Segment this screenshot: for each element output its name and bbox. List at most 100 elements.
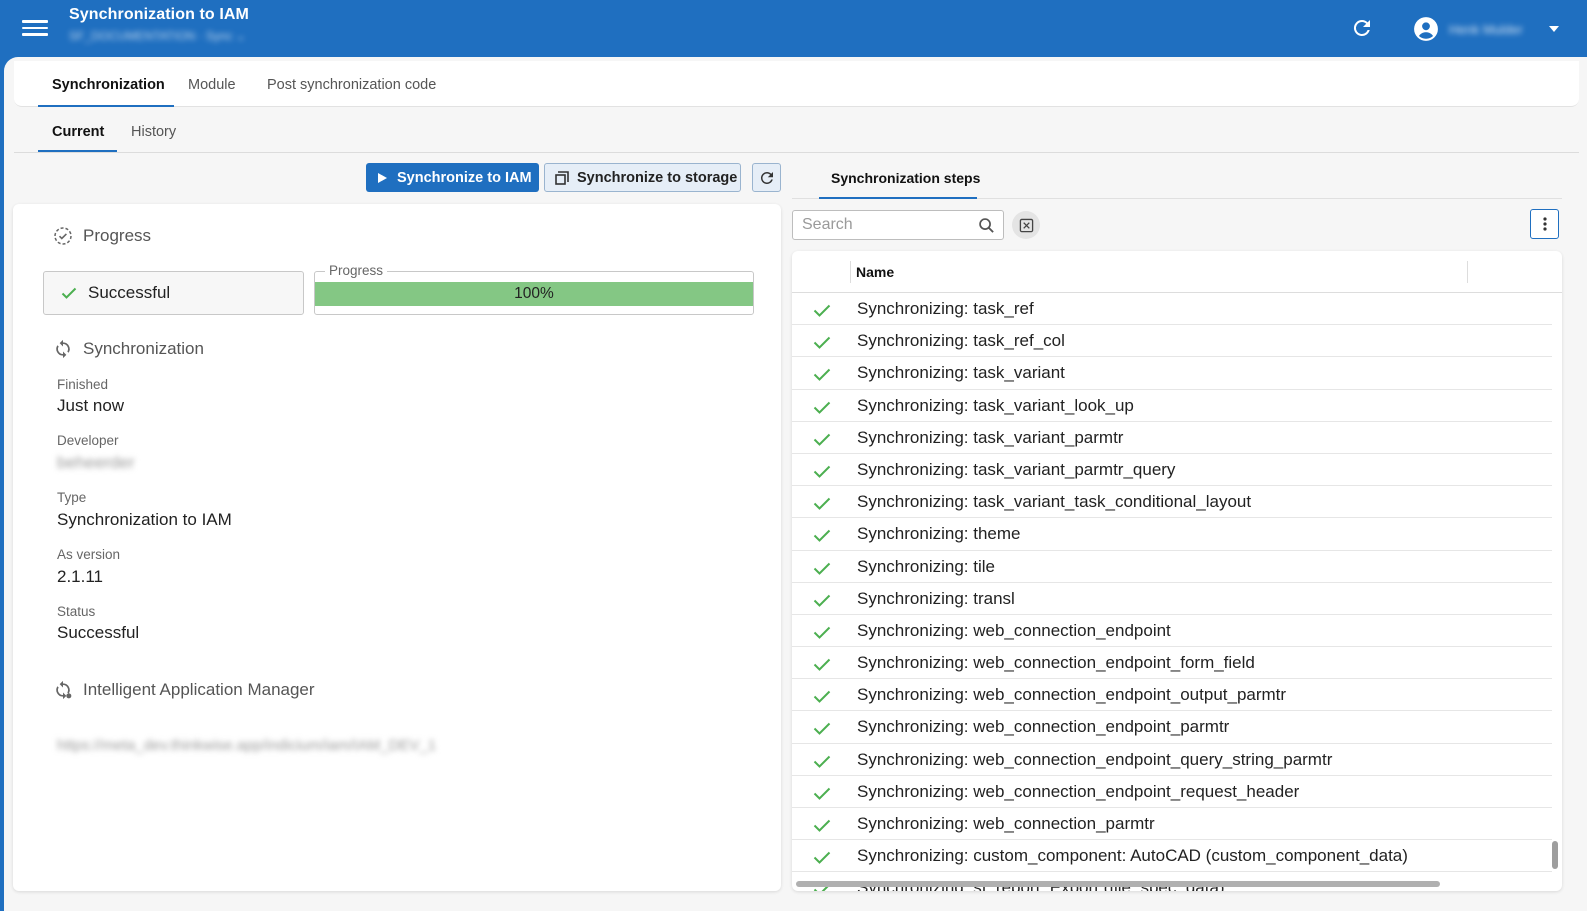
step-name: Synchronizing: task_variant_parmtr_query	[857, 459, 1176, 479]
step-name: Synchronizing: web_connection_endpoint_o…	[857, 685, 1287, 705]
table-row[interactable]: Synchronizing: task_ref	[792, 293, 1552, 326]
tab-synchronization[interactable]: Synchronization	[52, 77, 165, 93]
as-version-label: As version	[57, 547, 121, 562]
check-icon	[813, 369, 831, 382]
check-icon	[813, 433, 831, 446]
clear-search-button[interactable]	[1012, 211, 1040, 239]
primary-tabs: Synchronization Module Post synchronizat…	[14, 61, 1579, 107]
synchronize-to-storage-label: Synchronize to storage	[577, 169, 738, 186]
iam-sync-icon	[56, 680, 72, 700]
step-name: Synchronizing: web_connection_endpoint_r…	[857, 781, 1300, 801]
table-row[interactable]: Synchronizing: task_ref_col	[792, 325, 1552, 358]
type-label: Type	[57, 490, 87, 505]
active-tab-indicator	[38, 105, 174, 107]
synchronization-heading: Synchronization	[53, 339, 204, 359]
vertical-scrollbar[interactable]	[1552, 841, 1558, 869]
refresh-button[interactable]	[752, 163, 781, 192]
progress-legend: Progress	[325, 263, 388, 278]
table-row[interactable]: Synchronizing: web_connection_parmtr	[792, 808, 1552, 841]
check-icon	[813, 530, 831, 543]
step-name: Synchronizing: web_connection_parmtr	[857, 814, 1155, 833]
check-icon	[813, 562, 831, 575]
column-divider[interactable]	[1467, 261, 1468, 283]
type-value: Synchronization to IAM	[57, 510, 232, 529]
step-name: Synchronizing: task_ref	[857, 299, 1034, 318]
table-row[interactable]: Synchronizing: custom_component: AutoCAD…	[792, 840, 1552, 873]
check-icon	[813, 851, 831, 865]
step-name: Synchronizing: task_variant	[857, 363, 1065, 383]
finished-label: Finished	[57, 377, 109, 392]
table-header: Name	[792, 251, 1562, 293]
sync-icon	[56, 339, 70, 359]
table-row[interactable]: Synchronizing: web_connection_endpoint_q…	[792, 744, 1552, 776]
tab-module[interactable]: Module	[188, 77, 236, 93]
hamburger-icon[interactable]	[22, 16, 48, 40]
search-input[interactable]	[802, 215, 972, 235]
user-menu[interactable]: Henk Mulder	[1413, 14, 1559, 44]
synchronize-to-iam-button[interactable]: Synchronize to IAM	[366, 163, 539, 192]
table-row[interactable]: Synchronizing: task_variant_parmtr	[792, 422, 1552, 454]
table-row[interactable]: Synchronizing: web_connection_endpoint_r…	[792, 776, 1552, 808]
step-name: Synchronizing: web_connection_endpoint_p…	[857, 717, 1230, 737]
iam-heading: Intelligent Application Manager	[53, 680, 315, 700]
table-row[interactable]: Synchronizing: web_connection_endpoint_p…	[792, 711, 1552, 744]
play-icon	[378, 172, 387, 183]
progress-field: Progress 100%	[314, 263, 754, 315]
finished-value: Just now	[57, 396, 125, 415]
table-row[interactable]: Synchronizing: transl	[792, 583, 1552, 615]
step-name: Synchronizing: web_connection_endpoint_q…	[857, 749, 1333, 769]
table-row[interactable]: Synchronizing: task_variant	[792, 357, 1552, 390]
status-field: Successful	[43, 271, 304, 315]
tab-post-synchronization-code[interactable]: Post synchronization code	[267, 77, 436, 93]
search-field[interactable]	[792, 210, 1004, 240]
active-tab-indicator	[819, 197, 977, 199]
table-row[interactable]: Synchronizing: theme	[792, 518, 1552, 551]
status-label: Status	[57, 604, 96, 619]
step-name: Synchronizing: tile	[857, 556, 995, 576]
check-icon	[813, 594, 831, 607]
steps-table: Name Synchronizing: task_ref Synchronizin…	[792, 251, 1562, 891]
table-row[interactable]: Synchronizing: web_connection_endpoint_f…	[792, 647, 1552, 680]
refresh-icon	[760, 171, 773, 184]
step-name: Synchronizing: web_connection_endpoint	[857, 620, 1171, 640]
progress-bar: 100%	[315, 282, 753, 306]
column-divider	[850, 261, 851, 283]
check-icon	[813, 819, 831, 832]
table-row[interactable]: Synchronizing: web_connection_endpoint_o…	[792, 679, 1552, 712]
details-card: Progress Successful Progress 100% Synchr…	[13, 204, 781, 891]
more-options-button[interactable]	[1530, 209, 1559, 239]
progress-heading: Progress	[53, 226, 151, 246]
developer-value: beheerder	[57, 453, 135, 472]
app-header: Synchronization to IAM SF_DOCUMENTATION …	[0, 0, 1587, 58]
check-icon	[813, 465, 831, 478]
column-header-name[interactable]: Name	[856, 264, 894, 280]
check-icon	[813, 723, 831, 736]
progress-percent: 100%	[514, 285, 554, 302]
developer-label: Developer	[57, 433, 119, 448]
table-row[interactable]: Synchronizing: task_variant_parmtr_query	[792, 454, 1552, 487]
table-row[interactable]: Synchronizing: web_connection_endpoint	[792, 615, 1552, 648]
refresh-icon[interactable]	[1350, 16, 1374, 40]
synchronize-to-storage-button[interactable]: Synchronize to storage	[544, 163, 741, 192]
check-icon	[813, 691, 831, 704]
breadcrumb[interactable]: SF_DOCUMENTATION · Sync ⌄	[69, 29, 246, 43]
horizontal-scrollbar[interactable]	[796, 881, 1440, 887]
step-name: Synchronizing: task_variant_look_up	[857, 395, 1134, 415]
tab-current[interactable]: Current	[52, 124, 104, 140]
check-icon	[813, 401, 831, 414]
check-icon	[813, 787, 831, 800]
iam-url[interactable]: https://meta_dev.thinkwise.app/indicium/…	[57, 737, 436, 754]
status-value-text: Successful	[57, 623, 140, 642]
check-icon	[813, 336, 831, 350]
search-icon[interactable]	[978, 217, 995, 234]
table-row[interactable]: Synchronizing: task_variant_task_conditi…	[792, 486, 1552, 519]
step-name: Synchronizing: task_variant_parmtr	[857, 427, 1124, 447]
main-panel: Synchronization Module Post synchronizat…	[4, 57, 1587, 911]
tab-synchronization-steps[interactable]: Synchronization steps	[831, 170, 980, 186]
table-row[interactable]: Synchronizing: tile	[792, 551, 1552, 583]
storage-sync-icon	[555, 170, 569, 185]
table-row[interactable]: Synchronizing: task_variant_look_up	[792, 390, 1552, 422]
tab-history[interactable]: History	[131, 124, 176, 140]
step-name: Synchronizing: web_connection_endpoint_f…	[857, 653, 1255, 673]
page-title: Synchronization to IAM	[69, 6, 249, 23]
